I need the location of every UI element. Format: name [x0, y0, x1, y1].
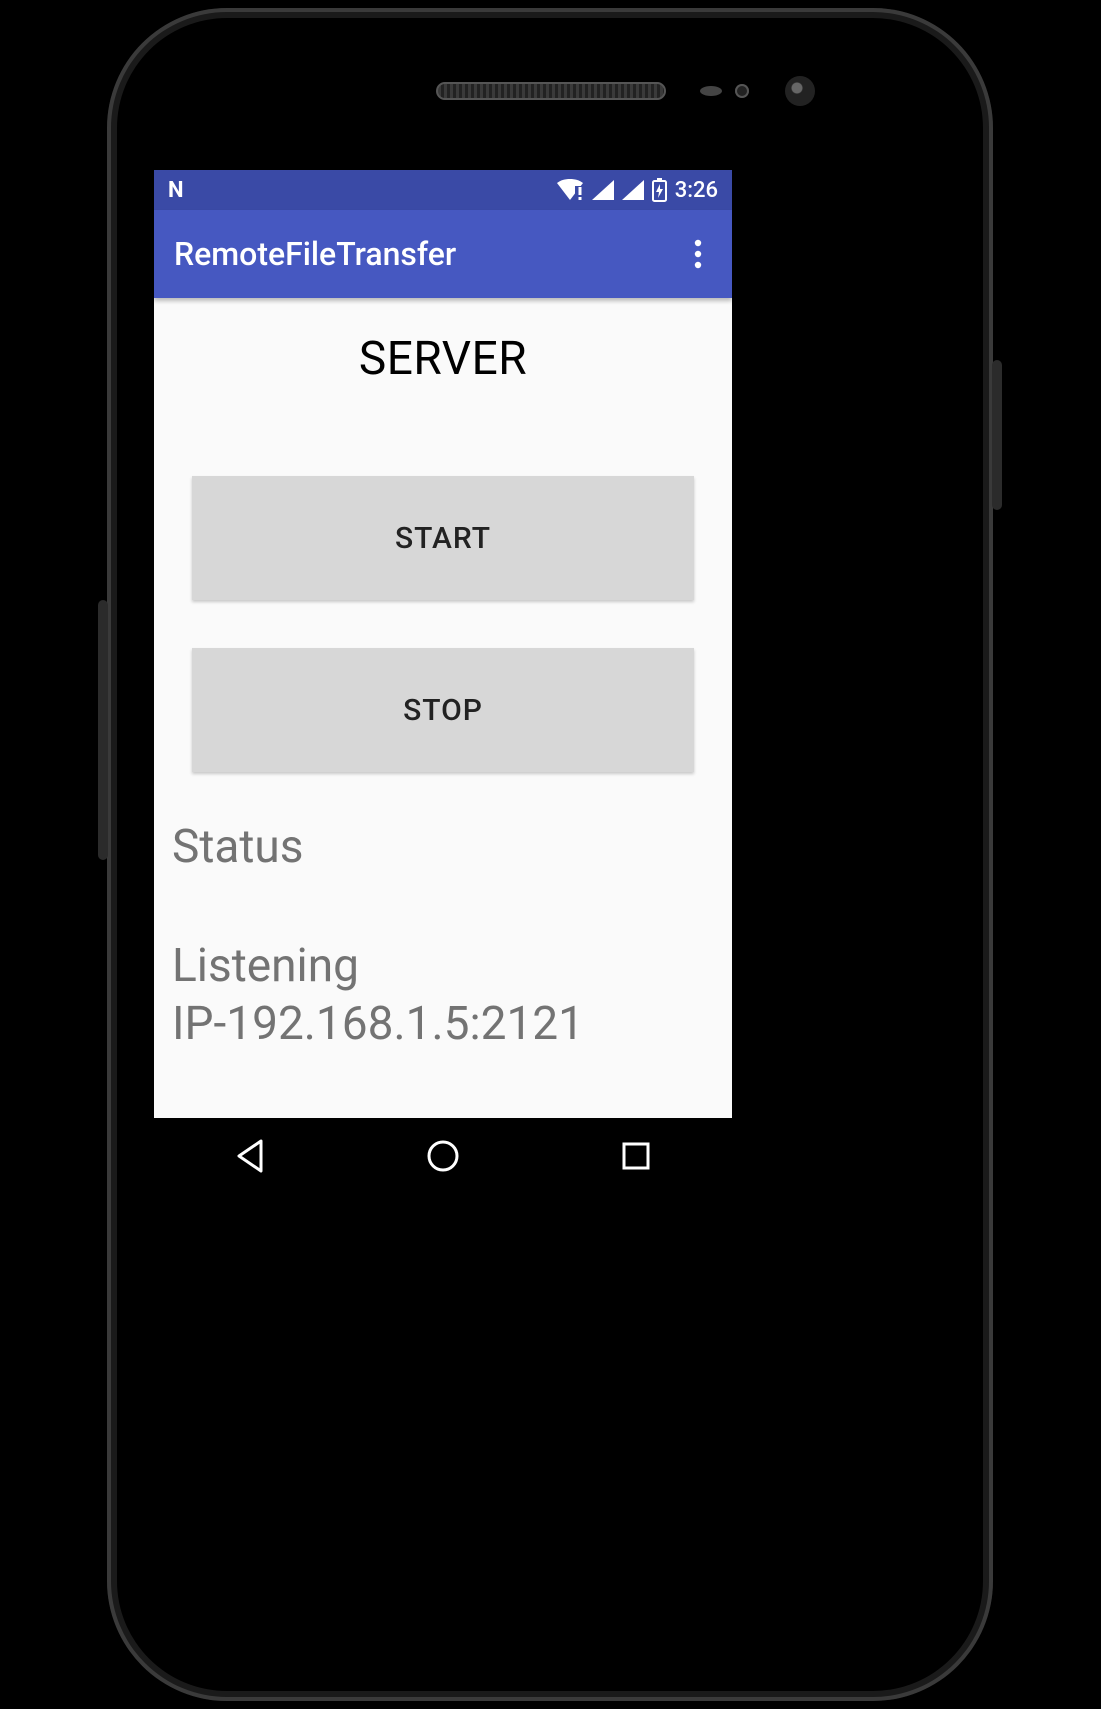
overflow-menu-button[interactable] — [684, 229, 712, 279]
phone-earpiece — [436, 82, 666, 100]
start-button[interactable]: START — [192, 476, 694, 600]
signal-icon — [592, 180, 614, 200]
signal-icon — [622, 180, 644, 200]
app-title: RemoteFileTransfer — [174, 235, 456, 273]
nav-recents-button[interactable] — [591, 1131, 681, 1181]
app-bar: RemoteFileTransfer — [154, 210, 732, 298]
screen: N — [154, 170, 732, 1193]
nav-home-button[interactable] — [396, 1129, 490, 1183]
nav-back-button[interactable] — [205, 1129, 295, 1183]
status-bar-right: 3:26 — [556, 178, 732, 203]
more-vert-icon — [694, 239, 702, 269]
content-area: SERVER START STOP Status Listening IP-19… — [154, 298, 732, 1053]
stop-button[interactable]: STOP — [192, 648, 694, 772]
phone-sensor — [735, 84, 749, 98]
phone-power-button — [992, 360, 1002, 510]
android-n-indicator: N — [168, 178, 184, 203]
status-bar: N — [154, 170, 732, 210]
status-clock: 3:26 — [675, 178, 718, 203]
home-icon — [426, 1139, 460, 1173]
navigation-bar — [154, 1118, 732, 1193]
phone-front-camera — [785, 76, 815, 106]
phone-sensor — [700, 86, 722, 96]
page-title: SERVER — [172, 332, 714, 386]
status-text: Listening IP-192.168.1.5:2121 — [172, 938, 714, 1053]
phone-volume-rocker — [98, 600, 108, 860]
status-section: Status Listening IP-192.168.1.5:2121 — [172, 820, 714, 1053]
recents-icon — [621, 1141, 651, 1171]
status-label: Status — [172, 820, 714, 874]
wifi-alert-icon — [556, 179, 584, 201]
back-icon — [235, 1139, 265, 1173]
battery-charging-icon — [652, 178, 667, 202]
